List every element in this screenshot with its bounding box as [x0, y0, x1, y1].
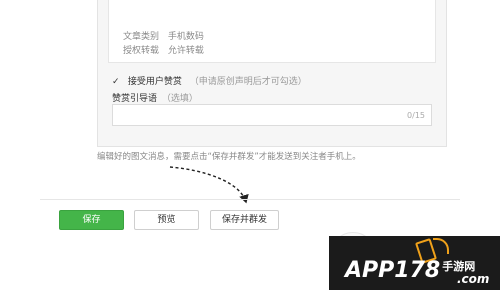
- meta-row-category: 文章类别 手机数码: [123, 29, 204, 42]
- send-notice: 编辑好的图文消息，需要点击“保存并群发”才能发送到关注者手机上。: [97, 152, 361, 162]
- reward-option[interactable]: ✓ 接受用户赞赏 （申请原创声明后才可勾选）: [112, 74, 307, 87]
- article-meta-card: 文章类别 手机数码 授权转载 允许转载: [108, 0, 436, 63]
- save-and-send-button[interactable]: 保存并群发: [210, 210, 279, 230]
- checkmark-icon[interactable]: ✓: [112, 78, 120, 87]
- save-button[interactable]: 保存: [59, 210, 124, 230]
- watermark-logo: APP178 手游网: [345, 258, 475, 283]
- divider: [40, 199, 460, 200]
- reward-guide-input[interactable]: 0/15: [112, 104, 432, 126]
- watermark-dotcom: .com: [457, 272, 490, 286]
- app178-watermark: APP178 手游网 .com: [329, 236, 500, 290]
- category-value: 手机数码: [167, 32, 204, 42]
- reward-label: 接受用户赞赏: [127, 77, 182, 87]
- meta-row-repost: 授权转载 允许转载: [123, 43, 204, 56]
- watermark-text: APP178: [345, 258, 441, 283]
- guide-optional: （选填）: [161, 94, 198, 104]
- guide-label-row: 赞赏引导语 （选填）: [112, 91, 198, 104]
- reward-hint: （申请原创声明后才可勾选）: [189, 77, 307, 87]
- signal-icon: [433, 238, 449, 254]
- category-label: 文章类别: [123, 32, 160, 42]
- repost-label: 授权转载: [123, 46, 160, 56]
- char-counter: 0/15: [407, 111, 425, 120]
- editor-settings-panel: 文章类别 手机数码 授权转载 允许转载 ✓ 接受用户赞赏 （申请原创声明后才可勾…: [97, 0, 447, 147]
- guide-label: 赞赏引导语: [112, 94, 158, 104]
- mp-editor-page: 文章类别 手机数码 授权转载 允许转载 ✓ 接受用户赞赏 （申请原创声明后才可勾…: [0, 0, 500, 290]
- preview-button[interactable]: 预览: [134, 210, 199, 230]
- repost-value: 允许转载: [167, 46, 204, 56]
